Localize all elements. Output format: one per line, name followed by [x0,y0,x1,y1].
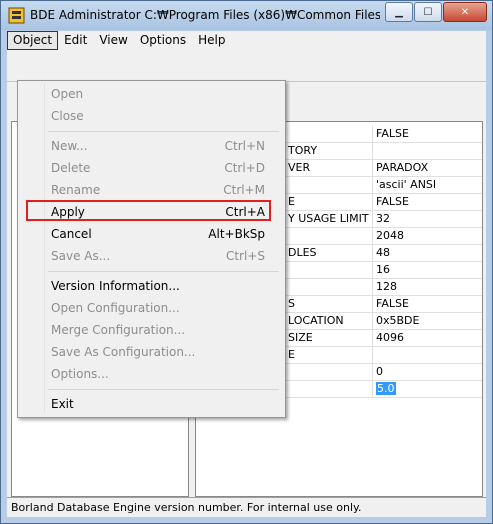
grid-key: E [288,348,295,361]
grid-value[interactable]: 16 [376,263,390,276]
bde-administrator-window: BDE Administrator C:₩Program Files (x86)… [0,0,493,524]
grid-divider [372,126,373,142]
menu-item-label: Cancel [51,227,92,241]
menu-item-close[interactable]: Close [20,105,281,127]
menu-item-label: Version Information... [51,279,180,293]
menu-item-exit[interactable]: Exit [20,393,281,415]
title-bar[interactable]: BDE Administrator C:₩Program Files (x86)… [1,1,492,30]
grid-value[interactable]: 48 [376,246,390,259]
menu-item-label: Delete [51,161,91,175]
grid-divider [372,330,373,346]
menu-item-label: Open Configuration... [51,301,180,315]
grid-divider [372,245,373,261]
menu-item-label: Open [51,87,84,101]
menu-item-label: Options... [51,367,109,381]
menu-separator [48,271,279,272]
menu-item-cancel[interactable]: Cancel Alt+BkSp [20,223,281,245]
menu-item-new[interactable]: New... Ctrl+N [20,135,281,157]
object-menu-dropdown: Open Close New... Ctrl+N Delete Ctrl+D Ren… [17,80,286,418]
menu-item-label: Save As Configuration... [51,345,196,359]
grid-value[interactable]: FALSE [376,297,409,310]
grid-divider [372,347,373,363]
grid-key: TORY [288,144,318,157]
menu-options[interactable]: Options [134,31,192,50]
grid-value[interactable]: 5.0 [376,382,396,395]
grid-value[interactable]: 128 [376,280,397,293]
menu-item-label: Rename [51,183,101,197]
grid-value[interactable]: FALSE [376,127,409,140]
menu-item-options[interactable]: Options... [20,363,281,385]
client-area: Object Edit View Options Help FALSE TORY V… [7,31,486,517]
grid-value[interactable]: 32 [376,212,390,225]
grid-divider [372,313,373,329]
menu-item-shortcut: Ctrl+S [225,249,265,263]
grid-divider [372,262,373,278]
grid-key: S [288,297,295,310]
grid-value[interactable]: FALSE [376,195,409,208]
grid-divider [372,228,373,244]
menu-item-label: Save As... [51,249,111,263]
grid-value[interactable]: PARADOX [376,161,428,174]
menu-item-shortcut: Ctrl+D [224,161,265,175]
menu-item-shortcut: Alt+BkSp [208,227,265,241]
menu-item-open[interactable]: Open [20,83,281,105]
close-button[interactable]: ✕ [443,2,487,22]
grid-key: DLES [288,246,317,259]
menu-item-open-configuration[interactable]: Open Configuration... [20,297,281,319]
grid-value[interactable]: 0 [376,365,383,378]
menu-item-delete[interactable]: Delete Ctrl+D [20,157,281,179]
grid-divider [372,279,373,295]
menu-item-rename[interactable]: Rename Ctrl+M [20,179,281,201]
grid-value[interactable]: 'ascii' ANSI [376,178,436,191]
grid-divider [372,296,373,312]
menu-view[interactable]: View [93,31,133,50]
maximize-icon: ☐ [423,6,433,18]
grid-divider [372,194,373,210]
tab-strip [277,81,486,121]
menu-item-version-information[interactable]: Version Information... [20,275,281,297]
menu-bar: Object Edit View Options Help [7,31,486,50]
grid-key: VER [288,161,311,174]
bde-app-icon [8,7,25,24]
grid-divider [372,160,373,176]
menu-item-save-as-configuration[interactable]: Save As Configuration... [20,341,281,363]
apply-highlight-box [26,200,271,221]
grid-key: Y USAGE LIMIT [288,212,369,225]
grid-key: LOCATION [288,314,344,327]
toolbar [7,51,486,82]
minimize-icon: ▁ [395,6,403,18]
grid-divider [372,177,373,193]
grid-divider [372,364,373,380]
menu-object[interactable]: Object [7,31,59,50]
grid-key: E [288,195,295,208]
grid-value[interactable]: 4096 [376,331,404,344]
status-bar: Borland Database Engine version number. … [7,497,486,518]
menu-item-label: New... [51,139,88,153]
maximize-button[interactable]: ☐ [414,2,442,22]
menu-help[interactable]: Help [192,31,231,50]
menu-item-save-as[interactable]: Save As... Ctrl+S [20,245,281,267]
menu-item-label: Merge Configuration... [51,323,186,337]
menu-item-merge-configuration[interactable]: Merge Configuration... [20,319,281,341]
menu-item-label: Exit [51,397,74,411]
menu-item-shortcut: Ctrl+M [223,183,265,197]
minimize-button[interactable]: ▁ [385,2,413,22]
grid-value[interactable]: 0x5BDE [376,314,419,327]
close-icon: ✕ [460,6,470,18]
menu-item-label: Close [51,109,84,123]
grid-key: SIZE [288,331,313,344]
grid-value[interactable]: 2048 [376,229,404,242]
menu-edit[interactable]: Edit [58,31,93,50]
window-title: BDE Administrator C:₩Program Files (x86)… [30,8,380,22]
grid-divider [372,143,373,159]
grid-divider [372,211,373,227]
grid-divider [372,381,373,397]
menu-separator [48,131,279,132]
menu-separator [48,389,279,390]
menu-item-shortcut: Ctrl+N [224,139,265,153]
status-text: Borland Database Engine version number. … [11,501,362,514]
